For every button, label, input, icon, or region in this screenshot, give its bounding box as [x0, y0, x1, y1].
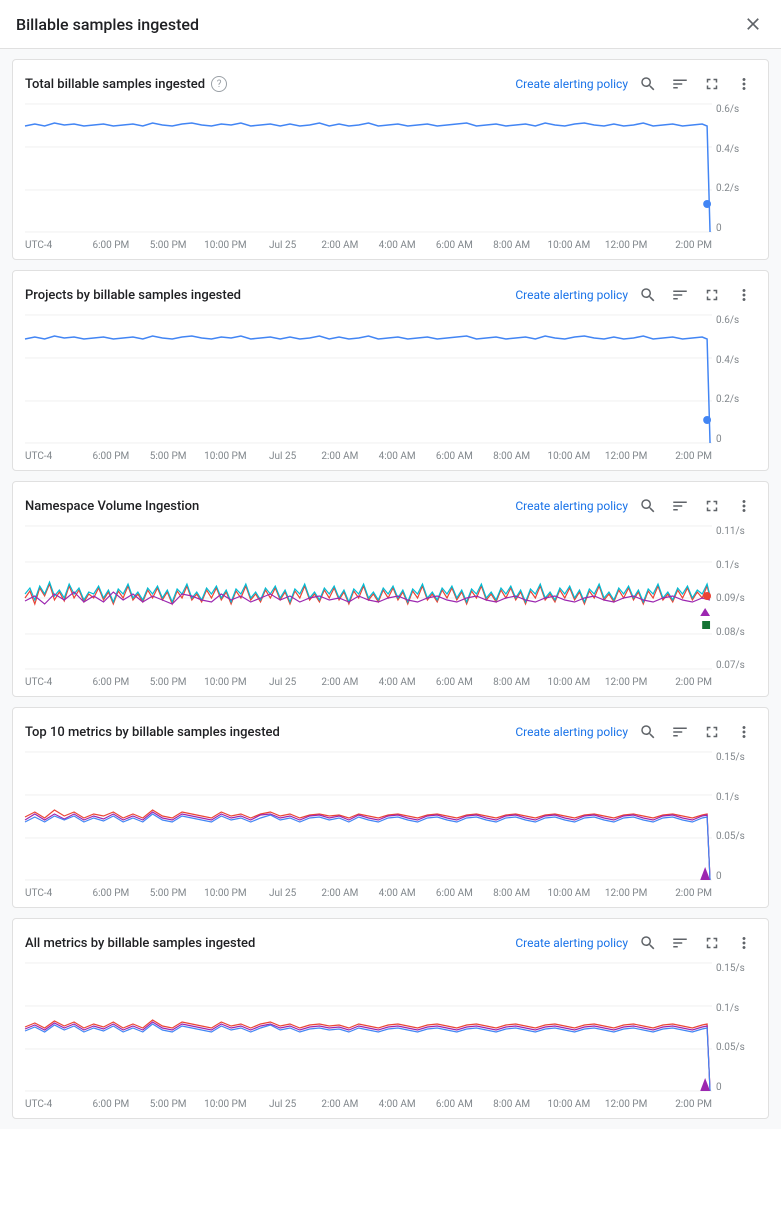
chart-area-top10: 0.15/s 0.1/s 0.05/s 0 UTC-4 6:00 PM 5:00…: [25, 752, 756, 899]
legend-btn-projects[interactable]: [668, 283, 692, 307]
chart-area-all-metrics: 0.15/s 0.1/s 0.05/s 0 UTC-4 6:00 PM 5:00…: [25, 963, 756, 1110]
fullscreen-btn-projects[interactable]: [700, 283, 724, 307]
chart-title-projects: Projects by billable samples ingested: [25, 288, 241, 303]
fullscreen-btn-all-metrics[interactable]: [700, 931, 724, 955]
chart-title-row-projects: Projects by billable samples ingested: [25, 288, 241, 303]
chart-title-top10: Top 10 metrics by billable samples inges…: [25, 725, 280, 740]
chart-header-top10: Top 10 metrics by billable samples inges…: [25, 720, 756, 744]
legend-btn-all-metrics[interactable]: [668, 931, 692, 955]
chart-title-all-metrics: All metrics by billable samples ingested: [25, 936, 255, 951]
search-btn-total[interactable]: [636, 72, 660, 96]
chart-card-projects: Projects by billable samples ingested Cr…: [12, 270, 769, 471]
chart-actions: Create alerting policy: [515, 72, 756, 96]
x-labels-all-metrics: UTC-4 6:00 PM 5:00 PM 10:00 PM Jul 25 2:…: [25, 1099, 756, 1110]
y-label-0: 0.6/s: [716, 104, 739, 115]
chart-svg-total: [25, 104, 712, 234]
search-btn-top10[interactable]: [636, 720, 660, 744]
legend-btn-namespace[interactable]: [668, 494, 692, 518]
create-alert-link-total[interactable]: Create alerting policy: [515, 77, 628, 91]
chart-svg-projects: [25, 315, 712, 445]
fullscreen-btn-total[interactable]: [700, 72, 724, 96]
chart-title-namespace: Namespace Volume Ingestion: [25, 499, 199, 514]
dialog-title: Billable samples ingested: [16, 15, 199, 34]
chart-title-row-all-metrics: All metrics by billable samples ingested: [25, 936, 255, 951]
create-alert-link-namespace[interactable]: Create alerting policy: [515, 499, 628, 513]
more-btn-total[interactable]: [732, 72, 756, 96]
chart-actions-all-metrics: Create alerting policy: [515, 931, 756, 955]
chart-title-total: Total billable samples ingested: [25, 77, 205, 92]
create-alert-link-all-metrics[interactable]: Create alerting policy: [515, 936, 628, 950]
chart-header: Total billable samples ingested ? Create…: [25, 72, 756, 96]
chart-card-all-metrics: All metrics by billable samples ingested…: [12, 918, 769, 1119]
chart-card-total-billable: Total billable samples ingested ? Create…: [12, 59, 769, 260]
fullscreen-btn-namespace[interactable]: [700, 494, 724, 518]
more-btn-projects[interactable]: [732, 283, 756, 307]
chart-actions-projects: Create alerting policy: [515, 283, 756, 307]
content-area: Total billable samples ingested ? Create…: [0, 49, 781, 1129]
chart-header-all-metrics: All metrics by billable samples ingested…: [25, 931, 756, 955]
search-btn-projects[interactable]: [636, 283, 660, 307]
chart-header-projects: Projects by billable samples ingested Cr…: [25, 283, 756, 307]
chart-card-top10: Top 10 metrics by billable samples inges…: [12, 707, 769, 908]
x-labels-projects: UTC-4 6:00 PM 5:00 PM 10:00 PM Jul 25 2:…: [25, 451, 756, 462]
chart-svg-top10: [25, 752, 712, 882]
create-alert-link-top10[interactable]: Create alerting policy: [515, 725, 628, 739]
search-btn-all-metrics[interactable]: [636, 931, 660, 955]
chart-area-projects: 0.6/s 0.4/s 0.2/s 0 UTC-4 6:00 PM 5:00 P…: [25, 315, 756, 462]
chart-svg-all-metrics: [25, 963, 712, 1093]
dialog-header: Billable samples ingested: [0, 0, 781, 49]
chart-title-row-namespace: Namespace Volume Ingestion: [25, 499, 199, 514]
more-btn-all-metrics[interactable]: [732, 931, 756, 955]
x-labels-namespace: UTC-4 6:00 PM 5:00 PM 10:00 PM Jul 25 2:…: [25, 677, 756, 688]
chart-card-namespace: Namespace Volume Ingestion Create alerti…: [12, 481, 769, 697]
y-label-1: 0.4/s: [716, 144, 739, 155]
chart-title-row-top10: Top 10 metrics by billable samples inges…: [25, 725, 280, 740]
more-btn-namespace[interactable]: [732, 494, 756, 518]
chart-area-total: 0.6/s 0.4/s 0.2/s 0 UTC-4 6:00 PM 5:00 P…: [25, 104, 756, 251]
search-btn-namespace[interactable]: [636, 494, 660, 518]
y-label-2: 0.2/s: [716, 183, 739, 194]
fullscreen-btn-top10[interactable]: [700, 720, 724, 744]
chart-area-namespace: 0.11/s 0.1/s 0.09/s 0.08/s 0.07/s UTC-4 …: [25, 526, 756, 688]
info-icon[interactable]: ?: [211, 76, 227, 92]
chart-actions-top10: Create alerting policy: [515, 720, 756, 744]
legend-btn-total[interactable]: [668, 72, 692, 96]
y-label-3: 0: [716, 223, 722, 234]
chart-header-namespace: Namespace Volume Ingestion Create alerti…: [25, 494, 756, 518]
more-btn-top10[interactable]: [732, 720, 756, 744]
chart-actions-namespace: Create alerting policy: [515, 494, 756, 518]
legend-btn-top10[interactable]: [668, 720, 692, 744]
chart-title-row: Total billable samples ingested ?: [25, 76, 227, 92]
create-alert-link-projects[interactable]: Create alerting policy: [515, 288, 628, 302]
x-labels-total: UTC-4 6:00 PM 5:00 PM 10:00 PM Jul 25 2:…: [25, 240, 756, 251]
close-button[interactable]: [741, 12, 765, 36]
x-labels-top10: UTC-4 6:00 PM 5:00 PM 10:00 PM Jul 25 2:…: [25, 888, 756, 899]
chart-svg-namespace: [25, 526, 712, 671]
